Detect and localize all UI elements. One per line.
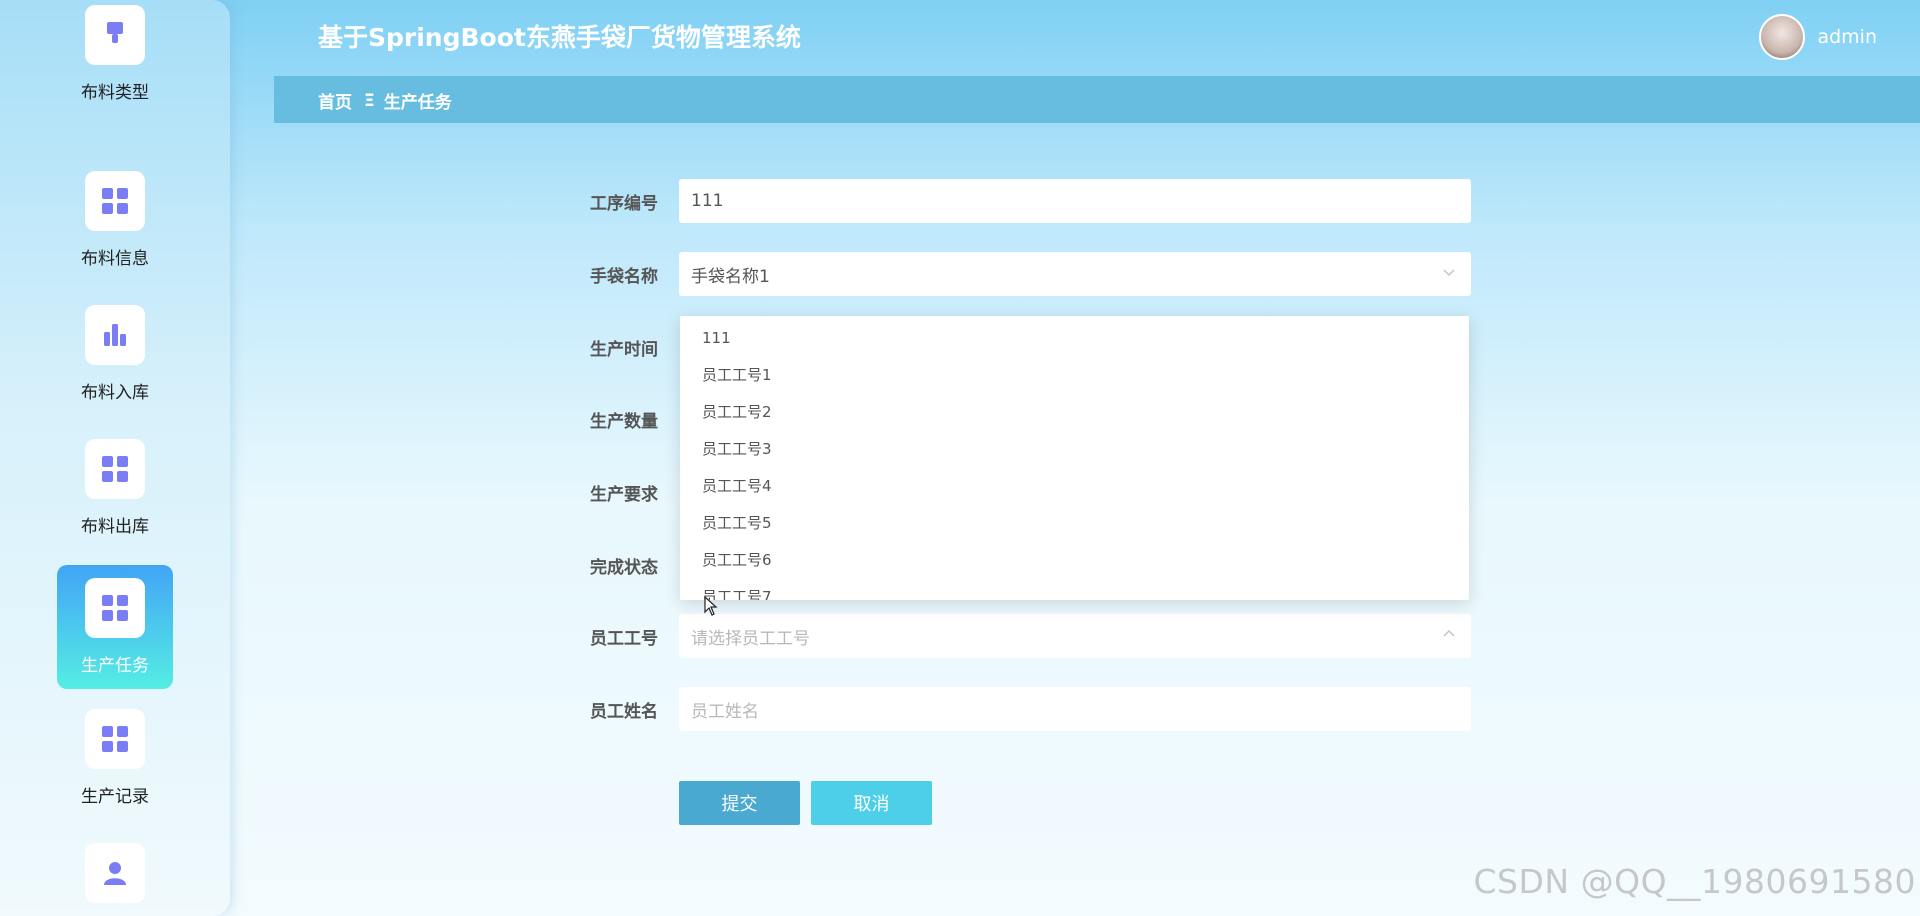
dropdown-option[interactable]: 员工工号5 bbox=[680, 505, 1469, 542]
grid-icon bbox=[102, 188, 128, 214]
field-label: 员工姓名 bbox=[590, 701, 658, 722]
chevron-up-icon bbox=[1443, 629, 1455, 637]
chevron-down-icon bbox=[1443, 269, 1455, 277]
user-tile bbox=[85, 843, 145, 903]
grid-tile bbox=[85, 171, 145, 231]
sidebar-item-label: 布料入库 bbox=[81, 383, 149, 403]
grid-icon bbox=[102, 456, 128, 482]
form-row-process-no: 工序编号 111 bbox=[560, 179, 1471, 223]
username[interactable]: admin bbox=[1817, 26, 1877, 48]
employee-no-dropdown: 111 员工工号1 员工工号2 员工工号3 员工工号4 员工工号5 员工工号6 … bbox=[680, 316, 1469, 600]
field-label: 手袋名称 bbox=[590, 266, 658, 287]
field-label: 生产数量 bbox=[590, 411, 658, 432]
dropdown-option[interactable]: 员工工号6 bbox=[680, 542, 1469, 579]
avatar[interactable] bbox=[1759, 14, 1806, 60]
chart-tile bbox=[85, 305, 145, 365]
user-menu[interactable]: admin bbox=[1759, 14, 1877, 60]
field-label: 完成状态 bbox=[590, 557, 658, 578]
sidebar: 布料类型 布料信息 布料入库 布料出库 生产任务 生产记录 bbox=[0, 0, 230, 916]
submit-button[interactable]: 提交 bbox=[679, 781, 800, 825]
field-label: 员工工号 bbox=[590, 628, 658, 649]
field-label: 生产时间 bbox=[590, 339, 658, 360]
bag-name-value: 手袋名称1 bbox=[691, 266, 770, 287]
grid-tile bbox=[85, 439, 145, 499]
employee-no-select[interactable]: 请选择员工工号 bbox=[679, 614, 1471, 658]
form-row-production-req: 生产要求 bbox=[560, 470, 668, 514]
field-label: 生产要求 bbox=[590, 484, 658, 505]
bag-name-select[interactable]: 手袋名称1 bbox=[679, 252, 1471, 296]
sidebar-item-label: 布料类型 bbox=[81, 83, 149, 103]
sidebar-item-label: 布料出库 bbox=[81, 517, 149, 537]
sidebar-item-label: 布料信息 bbox=[81, 249, 149, 269]
sidebar-item-label: 生产任务 bbox=[81, 656, 149, 676]
form-row-employee-name: 员工姓名 员工姓名 bbox=[560, 687, 1471, 731]
dropdown-option[interactable]: 员工工号7 bbox=[680, 579, 1469, 600]
grid-icon bbox=[102, 595, 128, 621]
breadcrumb-current: 生产任务 bbox=[383, 93, 452, 113]
form-row-production-qty: 生产数量 bbox=[560, 397, 668, 441]
bar-chart-icon bbox=[104, 324, 126, 346]
sidebar-item-user[interactable] bbox=[57, 830, 173, 916]
breadcrumb-bar: 首页 Ξ 生产任务 bbox=[274, 76, 1920, 123]
form-row-production-time: 生产时间 bbox=[560, 325, 668, 369]
mouse-cursor-icon bbox=[704, 596, 718, 616]
sidebar-item-fabric-type[interactable]: 布料类型 bbox=[57, 0, 173, 116]
cancel-button[interactable]: 取消 bbox=[811, 781, 932, 825]
brush-tile bbox=[85, 5, 145, 65]
sidebar-item-fabric-in[interactable]: 布料入库 bbox=[57, 292, 173, 416]
breadcrumb-home[interactable]: 首页 bbox=[318, 88, 352, 113]
dropdown-option[interactable]: 员工工号4 bbox=[680, 468, 1469, 505]
breadcrumb: 首页 Ξ 生产任务 bbox=[318, 88, 452, 114]
form-row-bag-name: 手袋名称 手袋名称1 bbox=[560, 252, 1471, 296]
dropdown-option[interactable]: 111 bbox=[680, 320, 1469, 357]
app-title: 基于SpringBoot东燕手袋厂货物管理系统 bbox=[318, 23, 801, 52]
employee-name-input[interactable]: 员工姓名 bbox=[679, 687, 1471, 731]
breadcrumb-separator: Ξ bbox=[364, 90, 375, 111]
sidebar-item-production-record[interactable]: 生产记录 bbox=[57, 696, 173, 820]
sidebar-item-label: 生产记录 bbox=[81, 787, 149, 807]
field-label: 工序编号 bbox=[590, 193, 658, 214]
dropdown-option[interactable]: 员工工号3 bbox=[680, 431, 1469, 468]
watermark: CSDN @QQ__1980691580 bbox=[1473, 862, 1916, 901]
dropdown-option[interactable]: 员工工号2 bbox=[680, 394, 1469, 431]
sidebar-item-production-task[interactable]: 生产任务 bbox=[57, 565, 173, 689]
grid-icon bbox=[102, 726, 128, 752]
sidebar-item-fabric-info[interactable]: 布料信息 bbox=[57, 158, 173, 282]
brush-icon bbox=[107, 22, 123, 43]
employee-no-placeholder: 请选择员工工号 bbox=[691, 628, 810, 649]
dropdown-option[interactable]: 员工工号1 bbox=[680, 357, 1469, 394]
grid-tile bbox=[85, 578, 145, 638]
form-row-status: 完成状态 bbox=[560, 543, 668, 587]
grid-tile bbox=[85, 709, 145, 769]
process-no-input[interactable]: 111 bbox=[679, 179, 1471, 223]
form-row-employee-no: 员工工号 请选择员工工号 bbox=[560, 614, 1471, 658]
sidebar-item-fabric-out[interactable]: 布料出库 bbox=[57, 426, 173, 550]
user-icon bbox=[104, 862, 126, 885]
